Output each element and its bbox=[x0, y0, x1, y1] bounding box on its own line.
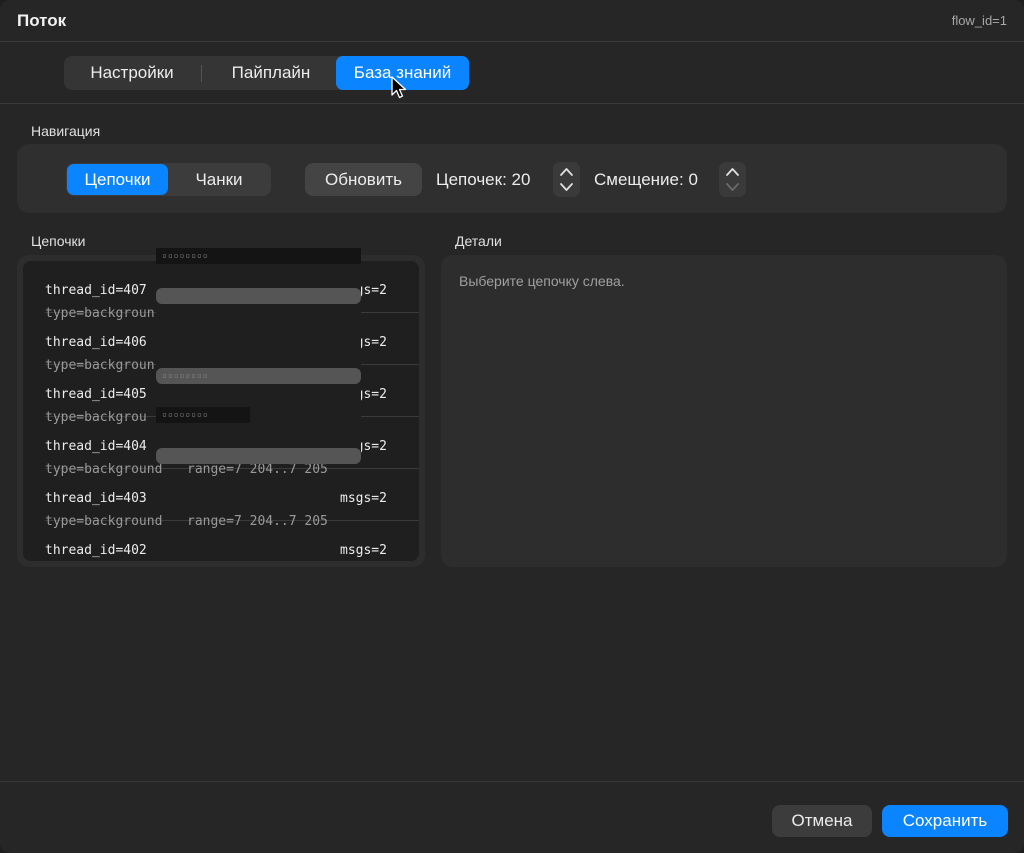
glitch-text: ▫▫▫▫▫▫▫▫ bbox=[162, 410, 209, 419]
flow-dialog: Поток flow_id=1 Настройки Пайплайн База … bbox=[0, 0, 1024, 853]
chevron-up-icon[interactable] bbox=[558, 165, 575, 179]
glitch-overlay: ▫▫▫▫▫▫▫▫ bbox=[156, 407, 250, 423]
chevron-up-icon[interactable] bbox=[724, 165, 741, 179]
offset-label: Смещение: 0 bbox=[594, 170, 698, 189]
thread-id: thread_id=404 bbox=[45, 439, 147, 454]
glitch-text: ▫▫▫▫▫▫▫▫ bbox=[162, 251, 209, 260]
chevron-down-icon[interactable] bbox=[724, 180, 741, 194]
refresh-button[interactable]: Обновить bbox=[305, 163, 422, 196]
mouse-cursor-icon bbox=[391, 76, 407, 99]
details-panel: Выберите цепочку слева. bbox=[441, 255, 1007, 567]
title-bar: Поток flow_id=1 bbox=[0, 0, 1024, 42]
thread-row[interactable]: thread_id=402 msgs=2 bbox=[45, 521, 419, 561]
tab-bar: Настройки Пайплайн База знаний bbox=[64, 56, 469, 90]
footer-divider bbox=[0, 781, 1024, 782]
navigation-panel: Цепочки Чанки Обновить Цепочек: 20 Смеще… bbox=[17, 144, 1007, 213]
cancel-button[interactable]: Отмена bbox=[772, 805, 872, 837]
thread-row[interactable]: thread_id=403 msgs=2 type=background ran… bbox=[45, 469, 419, 529]
thread-id: thread_id=402 bbox=[45, 543, 147, 558]
flow-id-label: flow_id=1 bbox=[951, 13, 1007, 28]
header-divider bbox=[0, 103, 1024, 104]
thread-count-stepper[interactable] bbox=[553, 162, 580, 197]
offset-stepper[interactable] bbox=[719, 162, 746, 197]
glitch-text: ▫▫▫▫▫▫▫▫ bbox=[162, 371, 209, 380]
window-title: Поток bbox=[17, 11, 67, 30]
save-button[interactable]: Сохранить bbox=[882, 805, 1008, 837]
thread-id: thread_id=405 bbox=[45, 387, 147, 402]
tab-pipeline[interactable]: Пайплайн bbox=[206, 58, 336, 88]
thread-count-label: Цепочек: 20 bbox=[436, 170, 531, 189]
navigation-label: Навигация bbox=[31, 123, 101, 139]
glitch-bar bbox=[156, 448, 361, 464]
segment-threads[interactable]: Цепочки bbox=[67, 164, 168, 195]
segment-chunks[interactable]: Чанки bbox=[168, 164, 270, 195]
tab-settings[interactable]: Настройки bbox=[66, 58, 198, 88]
glitch-overlay: ▫▫▫▫▫▫▫▫ bbox=[156, 248, 361, 264]
chevron-down-icon[interactable] bbox=[558, 180, 575, 194]
thread-id: thread_id=403 bbox=[45, 491, 147, 506]
thread-msgs: msgs=2 bbox=[340, 543, 387, 558]
glitch-bar: ▫▫▫▫▫▫▫▫ bbox=[156, 368, 361, 384]
glitch-bar bbox=[156, 288, 361, 304]
details-placeholder: Выберите цепочку слева. bbox=[459, 273, 625, 289]
thread-msgs: msgs=2 bbox=[340, 491, 387, 506]
thread-id: thread_id=407 bbox=[45, 283, 147, 298]
thread-id: thread_id=406 bbox=[45, 335, 147, 350]
details-label: Детали bbox=[455, 233, 502, 249]
tab-separator bbox=[201, 65, 202, 82]
threads-label: Цепочки bbox=[31, 233, 86, 249]
view-segmented-control: Цепочки Чанки bbox=[66, 163, 271, 196]
